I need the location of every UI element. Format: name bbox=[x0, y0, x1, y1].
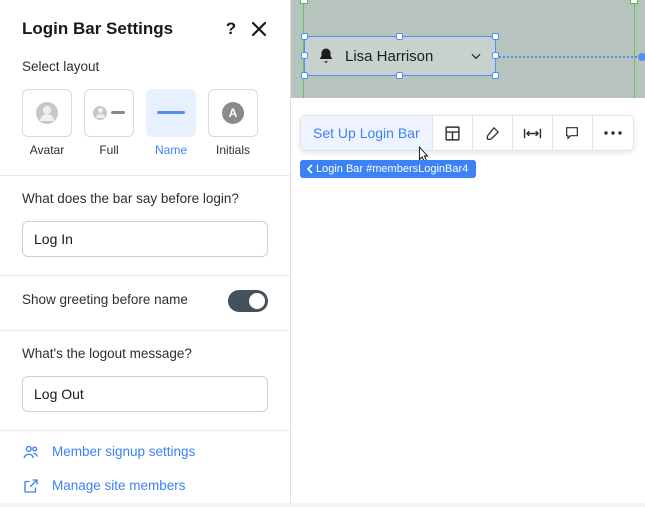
chevron-down-icon bbox=[469, 49, 483, 63]
signup-link-row[interactable]: Member signup settings bbox=[0, 430, 290, 473]
before-login-section: What does the bar say before login? bbox=[0, 175, 290, 275]
layout-option-avatar[interactable]: Avatar bbox=[22, 89, 72, 157]
resize-handle[interactable] bbox=[492, 33, 499, 40]
widget-user-name: Lisa Harrison bbox=[345, 48, 433, 65]
signup-link[interactable]: Member signup settings bbox=[52, 444, 195, 459]
alignment-guide bbox=[496, 56, 645, 58]
resize-handle[interactable] bbox=[301, 72, 308, 79]
floating-toolbar: Set Up Login Bar bbox=[300, 115, 634, 151]
resize-handle[interactable] bbox=[492, 72, 499, 79]
before-login-label: What does the bar say before login? bbox=[22, 190, 268, 209]
logout-label: What's the logout message? bbox=[22, 345, 268, 364]
greeting-toggle[interactable] bbox=[228, 290, 268, 312]
layout-options: Avatar Full Name A Initials bbox=[22, 89, 268, 157]
greeting-label: Show greeting before name bbox=[22, 291, 188, 310]
layout-button[interactable] bbox=[433, 116, 473, 150]
comment-icon bbox=[564, 125, 580, 141]
manage-link-row[interactable]: Manage site members bbox=[0, 473, 290, 507]
before-login-input[interactable] bbox=[22, 221, 268, 257]
layout-section: Select layout Avatar Full Name A Initial… bbox=[0, 50, 290, 175]
resize-handle[interactable] bbox=[301, 33, 308, 40]
panel-header: Login Bar Settings ? bbox=[0, 0, 290, 50]
users-icon bbox=[22, 443, 40, 461]
setup-login-bar-button[interactable]: Set Up Login Bar bbox=[301, 116, 433, 150]
layout-icon bbox=[444, 125, 461, 142]
resize-handle[interactable] bbox=[492, 52, 499, 59]
close-icon[interactable] bbox=[248, 18, 270, 40]
resize-handle[interactable] bbox=[301, 52, 308, 59]
login-bar-widget[interactable]: Lisa Harrison bbox=[304, 36, 496, 76]
layout-label: Select layout bbox=[22, 58, 268, 77]
more-button[interactable] bbox=[593, 116, 633, 150]
settings-panel: Login Bar Settings ? Select layout Avata… bbox=[0, 0, 291, 503]
initials-icon: A bbox=[222, 102, 244, 124]
external-link-icon bbox=[22, 477, 40, 495]
logout-input[interactable] bbox=[22, 376, 268, 412]
bell-icon bbox=[317, 47, 335, 65]
more-icon bbox=[604, 130, 622, 136]
logout-section: What's the logout message? bbox=[0, 330, 290, 430]
help-icon[interactable]: ? bbox=[220, 18, 242, 40]
element-tag-label: Login Bar #membersLoginBar4 bbox=[316, 163, 468, 175]
comment-button[interactable] bbox=[553, 116, 593, 150]
stretch-icon bbox=[523, 125, 542, 142]
design-button[interactable] bbox=[473, 116, 513, 150]
panel-title: Login Bar Settings bbox=[22, 19, 214, 39]
stretch-button[interactable] bbox=[513, 116, 553, 150]
element-tag[interactable]: Login Bar #membersLoginBar4 bbox=[300, 160, 476, 178]
resize-handle[interactable] bbox=[396, 72, 403, 79]
avatar-icon bbox=[93, 106, 107, 120]
chevron-left-icon bbox=[306, 164, 314, 174]
greeting-section: Show greeting before name bbox=[0, 275, 290, 330]
manage-link[interactable]: Manage site members bbox=[52, 478, 186, 493]
layout-option-full[interactable]: Full bbox=[84, 89, 134, 157]
brush-icon bbox=[484, 125, 501, 142]
layout-option-name[interactable]: Name bbox=[146, 89, 196, 157]
resize-handle[interactable] bbox=[396, 33, 403, 40]
avatar-icon bbox=[36, 102, 58, 124]
canvas[interactable]: Lisa Harrison Set Up Login Bar bbox=[291, 0, 645, 503]
layout-option-initials[interactable]: A Initials bbox=[208, 89, 258, 157]
